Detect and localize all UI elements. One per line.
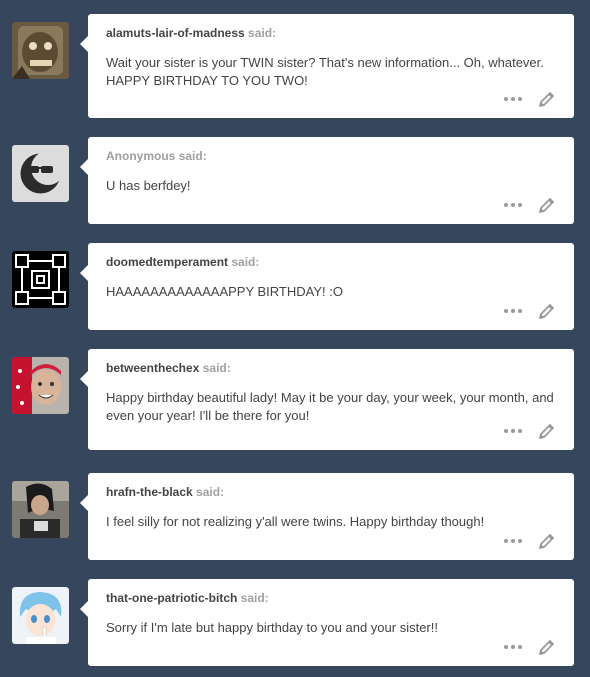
more-options-icon[interactable] <box>504 429 522 433</box>
more-options-icon[interactable] <box>504 309 522 313</box>
ask-bubble: Anonymous said: U has berfdey! <box>80 137 574 224</box>
avatar-image <box>12 481 69 538</box>
edit-pencil-icon[interactable] <box>538 302 556 320</box>
avatar-image <box>12 22 69 79</box>
ask-message: U has berfdey! <box>106 178 191 193</box>
avatar[interactable] <box>12 251 69 308</box>
more-options-icon[interactable] <box>504 203 522 207</box>
post-tools <box>504 531 556 551</box>
edit-pencil-icon[interactable] <box>538 638 556 656</box>
more-options-icon[interactable] <box>504 645 522 649</box>
ask-bubble: betweenthechex said: Happy birthday beau… <box>80 349 574 450</box>
edit-pencil-icon[interactable] <box>538 532 556 550</box>
ask-bubble: alamuts-lair-of-madness said: Wait your … <box>80 14 574 118</box>
asker-line: alamuts-lair-of-madness said: <box>106 26 556 41</box>
post-tools <box>504 637 556 657</box>
avatar-image <box>12 145 69 202</box>
asker-name[interactable]: alamuts-lair-of-madness <box>106 26 245 40</box>
asker-name[interactable]: doomedtemperament <box>106 255 228 269</box>
ask-bubble: hrafn-the-black said: I feel silly for n… <box>80 473 574 560</box>
avatar-image <box>12 587 69 644</box>
said-label: said: <box>196 485 225 499</box>
asker-name: Anonymous <box>106 149 176 163</box>
avatar-image <box>12 251 69 308</box>
avatar-image <box>12 357 69 414</box>
said-label: said: <box>178 149 207 163</box>
post-tools <box>504 89 556 109</box>
avatar[interactable] <box>12 481 69 538</box>
ask-message: I feel silly for not realizing y'all wer… <box>106 514 485 529</box>
asker-name[interactable]: betweenthechex <box>106 361 199 375</box>
said-label: said: <box>248 26 277 40</box>
asker-line: Anonymous said: <box>106 149 556 164</box>
avatar[interactable] <box>12 587 69 644</box>
post-tools <box>504 421 556 441</box>
more-options-icon[interactable] <box>504 539 522 543</box>
avatar[interactable] <box>12 145 69 202</box>
ask-message: Happy birthday beautiful lady! May it be… <box>106 390 554 423</box>
ask-message: HAAAAAAAAAAAAAPPY BIRTHDAY! :O <box>106 284 343 299</box>
said-label: said: <box>231 255 260 269</box>
ask-message: Wait your sister is your TWIN sister? Th… <box>106 55 544 88</box>
ask-message: Sorry if I'm late but happy birthday to … <box>106 620 438 635</box>
post-tools <box>504 301 556 321</box>
said-label: said: <box>202 361 231 375</box>
asker-name[interactable]: that-one-patriotic-bitch <box>106 591 237 605</box>
asker-line: doomedtemperament said: <box>106 255 556 270</box>
said-label: said: <box>240 591 269 605</box>
edit-pencil-icon[interactable] <box>538 90 556 108</box>
edit-pencil-icon[interactable] <box>538 196 556 214</box>
avatar[interactable] <box>12 22 69 79</box>
ask-bubble: doomedtemperament said: HAAAAAAAAAAAAAPP… <box>80 243 574 330</box>
asker-line: betweenthechex said: <box>106 361 556 376</box>
more-options-icon[interactable] <box>504 97 522 101</box>
edit-pencil-icon[interactable] <box>538 422 556 440</box>
ask-bubble: that-one-patriotic-bitch said: Sorry if … <box>80 579 574 666</box>
asker-name[interactable]: hrafn-the-black <box>106 485 193 499</box>
post-tools <box>504 195 556 215</box>
asker-line: that-one-patriotic-bitch said: <box>106 591 556 606</box>
avatar[interactable] <box>12 357 69 414</box>
asker-line: hrafn-the-black said: <box>106 485 556 500</box>
